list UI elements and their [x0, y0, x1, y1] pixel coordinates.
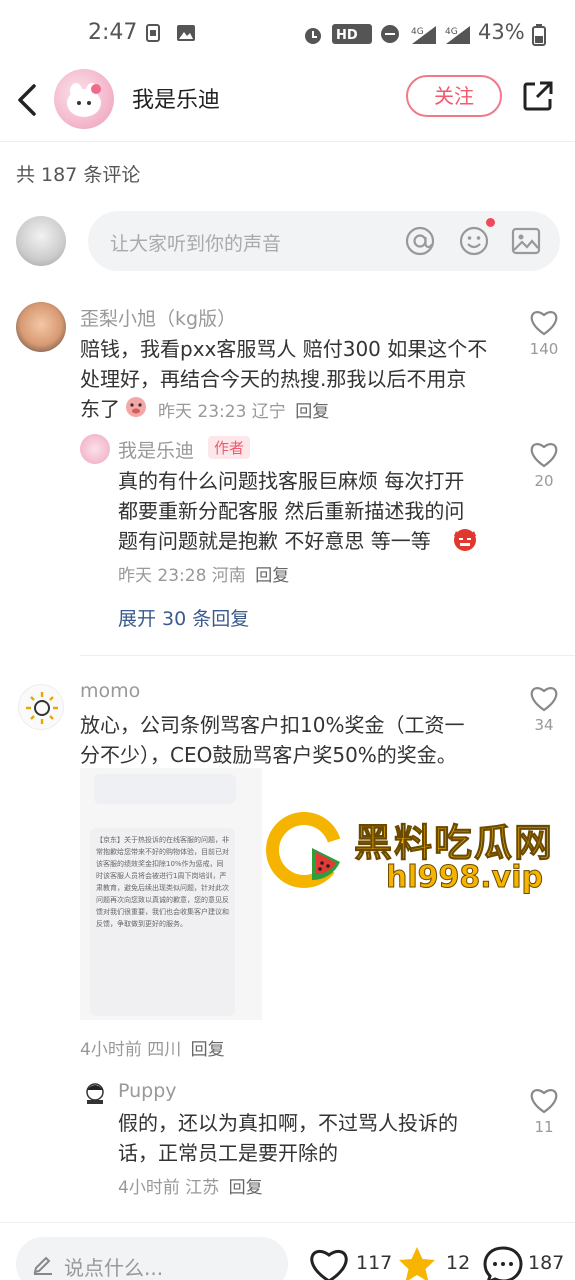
like-post-icon[interactable]: [308, 1245, 350, 1280]
angry-emoji-icon: [454, 529, 476, 551]
signal-4g-icon-2: 4G: [445, 26, 470, 44]
like-button[interactable]: 140: [524, 308, 564, 358]
reply-meta: 昨天 23:28 河南 回复: [118, 566, 290, 586]
comment-text: 放心，公司条例骂客户扣10%奖金（工资一: [80, 713, 465, 737]
reply-text: 话，正常员工是要开除的: [118, 1141, 338, 1165]
watermark: 黑料吃瓜网 hl998.vip: [262, 808, 572, 898]
post-star-count: 12: [446, 1252, 471, 1274]
svg-text:4G: 4G: [411, 27, 424, 37]
emoji-icon[interactable]: [458, 225, 490, 257]
hd-icon: HD: [332, 24, 372, 44]
star-icon[interactable]: [396, 1245, 438, 1280]
reply-text: 题有问题就是抱歉 不好意思 等一等: [118, 529, 431, 553]
comment-avatar[interactable]: [18, 684, 64, 730]
reply-author[interactable]: Puppy: [118, 1080, 177, 1102]
status-time: 2:47: [88, 20, 138, 45]
like-button[interactable]: 20: [524, 440, 564, 490]
comment-text: 赔钱，我看pxx客服骂人 赔付300 如果这个不: [80, 337, 488, 361]
reply-avatar[interactable]: [84, 1080, 106, 1106]
comment-text: 分不少），CEO鼓励骂客户奖50%的奖金。: [80, 743, 457, 767]
emoji-badge-dot: [486, 218, 495, 227]
reply-avatar[interactable]: [80, 434, 110, 464]
heart-icon: [530, 687, 558, 712]
like-count: 140: [529, 340, 559, 358]
reply-author[interactable]: 我是乐迪: [118, 436, 194, 463]
heart-icon: [530, 311, 558, 336]
header: 我是乐迪 关注: [0, 68, 575, 142]
divider: [80, 655, 575, 656]
post-like-count: 117: [356, 1252, 393, 1274]
reply-text: 都要重新分配客服 然后重新描述我的问: [118, 499, 465, 523]
bottom-comment-input[interactable]: 说点什么...: [16, 1237, 288, 1280]
watermark-title: 黑料吃瓜网: [353, 821, 555, 866]
battery-icon: [532, 24, 546, 46]
comment-author[interactable]: momo: [80, 680, 140, 702]
comment-bubble-icon[interactable]: [482, 1245, 524, 1280]
like-count: 20: [534, 472, 554, 490]
chat-bubble: [94, 774, 236, 804]
reply-meta: 4小时前 江苏 回复: [118, 1178, 263, 1198]
reply-text: 真的有什么问题找客服巨麻烦 每次打开: [118, 469, 465, 493]
battery-percent: 43%: [478, 20, 525, 44]
bottom-input-placeholder: 说点什么...: [64, 1256, 164, 1280]
author-badge: 作者: [208, 436, 251, 459]
expand-replies-link[interactable]: 展开 30 条回复: [118, 604, 249, 631]
comment-text: 东了: [80, 397, 120, 421]
image-icon[interactable]: [510, 225, 542, 257]
reply-button[interactable]: 回复: [295, 402, 329, 422]
dnd-icon: [381, 25, 399, 43]
author-avatar[interactable]: [54, 69, 114, 129]
emoji-sticker-icon: [126, 397, 146, 417]
mention-icon[interactable]: [404, 225, 436, 257]
watermark-url: hl998.vip: [386, 860, 544, 896]
comment-meta: 4小时前 四川 回复: [80, 1040, 225, 1060]
like-button[interactable]: 34: [524, 684, 564, 734]
comment-avatar[interactable]: [16, 302, 66, 352]
like-button[interactable]: 11: [524, 1086, 564, 1136]
post-comment-count: 187: [528, 1252, 565, 1274]
signal-4g-icon: 4G: [411, 26, 436, 44]
sim-icon: [146, 24, 160, 42]
pencil-icon: [33, 1256, 52, 1275]
reply-button[interactable]: 回复: [255, 566, 289, 586]
heart-icon: [530, 1089, 558, 1114]
heart-icon: [530, 443, 558, 468]
reply-button[interactable]: 回复: [191, 1040, 225, 1060]
reply-button[interactable]: 回复: [229, 1178, 263, 1198]
reply-text: 假的，还以为真扣啊，不过骂人投诉的: [118, 1111, 458, 1135]
comment-author[interactable]: 歪梨小旭（kg版）: [80, 304, 236, 331]
alarm-icon: [305, 28, 321, 44]
bottom-bar: 说点什么... 117 12 187: [0, 1222, 575, 1280]
follow-button[interactable]: 关注: [406, 75, 502, 117]
like-count: 11: [534, 1118, 554, 1136]
status-bar: 2:47 HD 4G 4G 43%: [0, 0, 575, 68]
like-count: 34: [534, 716, 554, 734]
comment-count: 共 187 条评论: [16, 164, 141, 186]
comment-input[interactable]: 让大家听到你的声音: [88, 211, 560, 271]
comment-text: 处理好，再结合今天的热搜.那我以后不用京: [80, 367, 467, 391]
comment-meta: 昨天 23:23 辽宁 回复: [158, 402, 330, 422]
sun-icon: [26, 692, 58, 724]
watermelon-logo-icon: [266, 812, 345, 888]
page-title: 我是乐迪: [132, 88, 221, 113]
image-chat-text: 【京东】关于热投诉的在线客服的问题，非常抱歉给您带来不好的购物体验，目前已对该客…: [90, 828, 235, 1016]
back-icon[interactable]: [10, 80, 44, 120]
gallery-icon: [177, 25, 195, 41]
share-icon[interactable]: [522, 80, 554, 112]
svg-text:4G: 4G: [445, 27, 458, 37]
current-user-avatar: [16, 216, 66, 266]
comment-input-placeholder: 让大家听到你的声音: [110, 233, 282, 255]
comment-image[interactable]: 【京东】关于热投诉的在线客服的问题，非常抱歉给您带来不好的购物体验，目前已对该客…: [80, 768, 262, 1020]
svg-text:HD: HD: [336, 28, 358, 43]
